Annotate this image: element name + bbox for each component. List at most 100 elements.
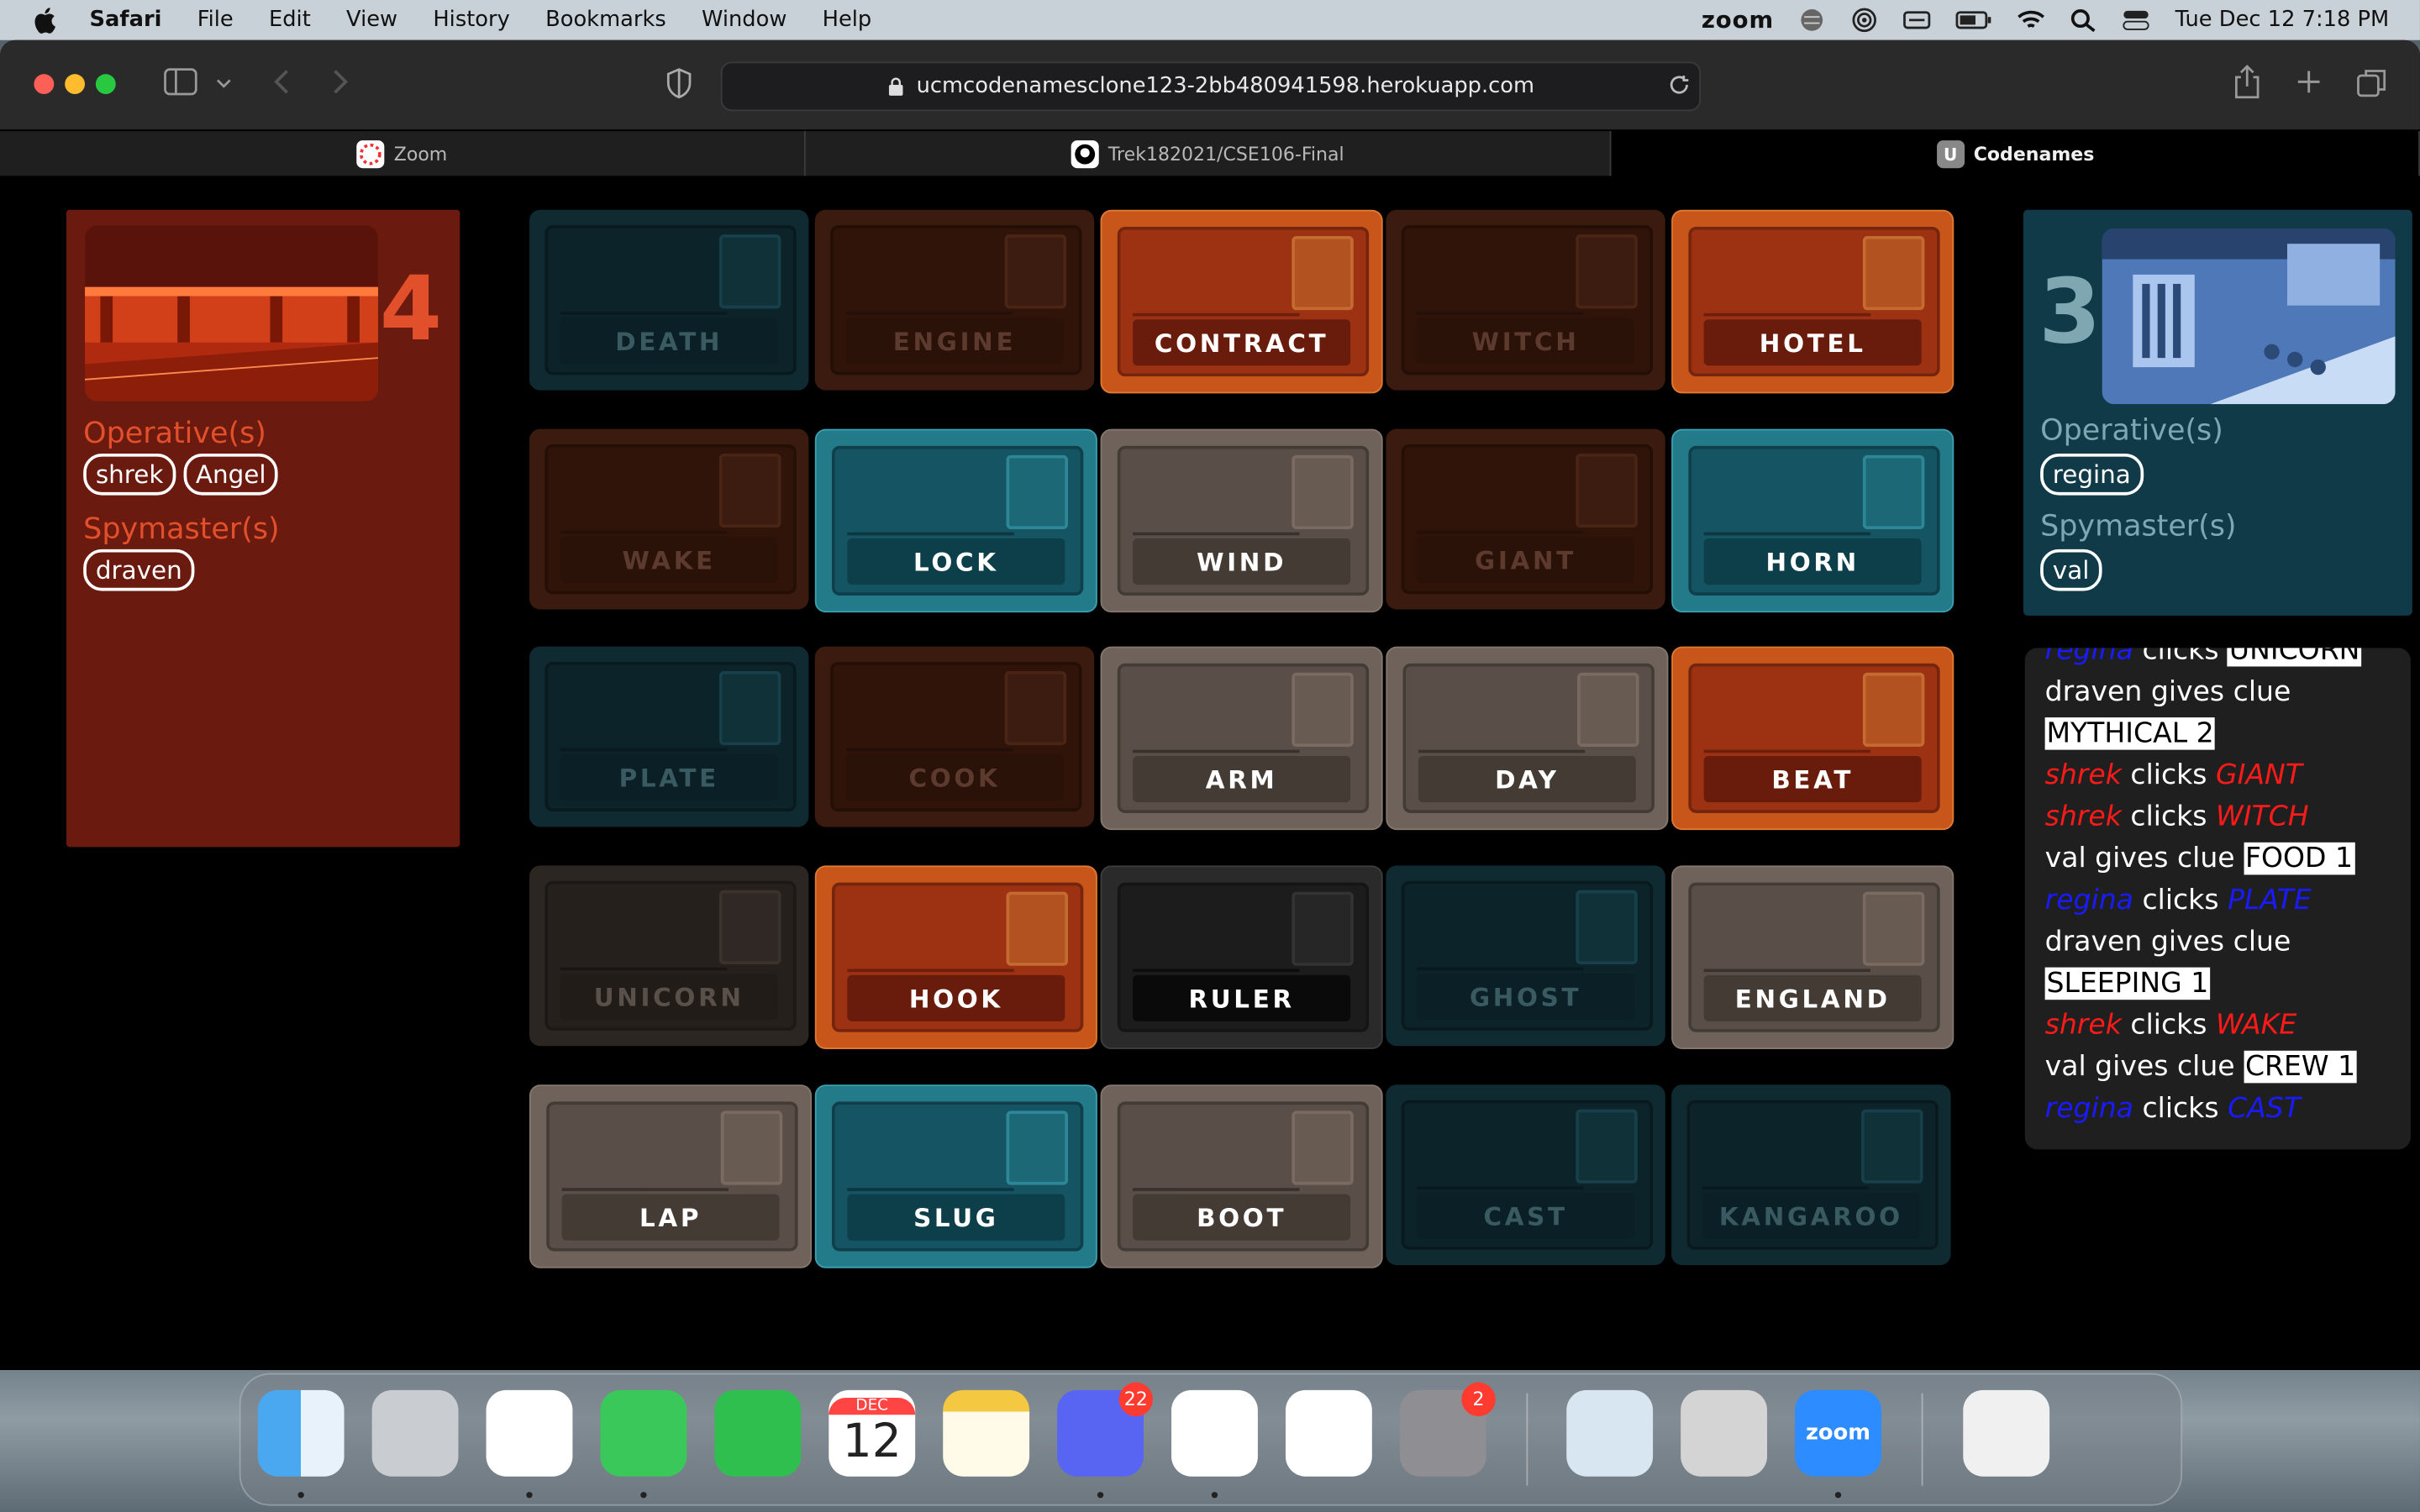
chevron-down-icon[interactable]	[216, 77, 231, 90]
running-indicator	[526, 1492, 533, 1499]
word-card[interactable]: KANGAROO	[1671, 1084, 1951, 1266]
log-entry-part: draven gives clue	[2044, 926, 2291, 958]
red-score: 4	[379, 255, 442, 361]
word-card[interactable]: CAST	[1386, 1084, 1665, 1266]
new-tab-icon[interactable]	[2295, 68, 2323, 96]
word-card[interactable]: HOOK	[814, 865, 1097, 1049]
menu-app-name[interactable]: Safari	[90, 8, 162, 32]
word-card[interactable]: GIANT	[1386, 428, 1665, 610]
agent-silhouette-icon	[1292, 454, 1354, 529]
running-indicator	[297, 1492, 304, 1499]
share-icon[interactable]	[2233, 65, 2261, 99]
agent-silhouette-icon	[718, 234, 781, 309]
word-card[interactable]: DAY	[1386, 646, 1669, 831]
tab-overview-icon[interactable]	[2357, 68, 2388, 99]
running-indicator	[1834, 1492, 1842, 1499]
back-arrow-icon[interactable]	[271, 68, 290, 96]
word-card[interactable]: HORN	[1671, 428, 1954, 613]
menu-history[interactable]: History	[433, 8, 509, 32]
trash-dock-icon[interactable]	[2075, 1390, 2162, 1477]
word-card[interactable]: LOCK	[814, 428, 1097, 613]
menu-bookmarks[interactable]: Bookmarks	[545, 8, 666, 32]
card-divider	[1703, 532, 1871, 536]
forward-arrow-icon[interactable]	[332, 68, 350, 96]
word-card[interactable]: ENGLAND	[1671, 865, 1954, 1049]
url-text[interactable]: ucmcodenamesclone123-2bb480941598.heroku…	[917, 74, 1534, 98]
card-divider	[560, 748, 728, 752]
agent-silhouette-icon	[1006, 1110, 1068, 1185]
card-word: GIANT	[1417, 537, 1635, 584]
menu-help[interactable]: Help	[823, 8, 872, 32]
minimize-window-button[interactable]	[65, 74, 86, 95]
word-card[interactable]: LAP	[529, 1084, 813, 1268]
agent-silhouette-icon	[1577, 672, 1639, 747]
discord-dock-icon[interactable]: 22	[1057, 1382, 1154, 1477]
finder-dock-icon[interactable]	[257, 1389, 345, 1477]
tab-codenames[interactable]: U Codenames	[1611, 131, 2420, 178]
card-divider	[845, 312, 1013, 315]
facetime-dock-icon[interactable]	[714, 1389, 802, 1477]
tab-github[interactable]: Trek182021/CSE106-Final	[806, 131, 1612, 178]
wifi-icon[interactable]	[2018, 8, 2045, 32]
word-card[interactable]: PLATE	[529, 646, 809, 827]
system-preferences-dock-icon[interactable]: 2	[1399, 1382, 1496, 1477]
card-word: COOK	[845, 754, 1064, 801]
keyboard-icon[interactable]	[1903, 8, 1932, 32]
word-card[interactable]: WAKE	[529, 428, 809, 610]
control-center-icon[interactable]	[2123, 8, 2150, 32]
word-card[interactable]: UNICORN	[529, 865, 809, 1047]
menu-clock[interactable]: Tue Dec 12 7:18 PM	[2175, 8, 2390, 32]
log-entry: val gives clue FOOD 1	[2045, 837, 2408, 879]
word-card[interactable]: ENGINE	[814, 209, 1095, 391]
word-card[interactable]: BEAT	[1671, 646, 1954, 831]
tab-zoom[interactable]: Zoom	[0, 131, 806, 178]
agent-silhouette-icon	[718, 670, 781, 746]
privacy-shield-icon[interactable]	[666, 68, 692, 99]
menu-view[interactable]: View	[346, 8, 397, 32]
close-window-button[interactable]	[34, 74, 55, 95]
word-card[interactable]: WIND	[1100, 428, 1383, 613]
word-dock-icon[interactable]	[1285, 1389, 1372, 1477]
word-card[interactable]: CONTRACT	[1100, 209, 1383, 394]
browser-toolbar: ucmcodenamesclone123-2bb480941598.heroku…	[0, 39, 2420, 130]
running-indicator	[1097, 1492, 1104, 1499]
blue-operatives-label: Operative(s)	[2040, 413, 2223, 448]
log-entry: regina clicks PLATE	[2045, 879, 2408, 921]
zoom-status-icon[interactable]: zoom	[1702, 6, 1774, 34]
menu-file[interactable]: File	[197, 8, 234, 32]
log-entry-part: clicks	[2133, 1092, 2228, 1125]
word-card[interactable]: SLUG	[814, 1084, 1097, 1268]
card-divider	[1133, 1188, 1300, 1191]
word-card[interactable]: RULER	[1100, 865, 1383, 1049]
vscode-dock-icon[interactable]	[1171, 1389, 1258, 1477]
game-log[interactable]: regina clicks UNICORN draven gives clue MY…	[2024, 648, 2411, 1150]
fullscreen-window-button[interactable]	[95, 74, 116, 95]
zoom-dock-icon[interactable]: zoom	[1795, 1389, 1881, 1477]
safari-dock-icon[interactable]	[486, 1389, 573, 1477]
calendar-dock-icon[interactable]: DEC 12	[829, 1389, 916, 1477]
word-card[interactable]: BOOT	[1100, 1084, 1383, 1268]
preview-dock-icon[interactable]	[1566, 1389, 1654, 1477]
search-icon[interactable]	[2070, 8, 2098, 33]
apple-icon[interactable]	[31, 5, 62, 36]
log-entry-part: WAKE	[2216, 1009, 2297, 1042]
word-card[interactable]: WITCH	[1386, 209, 1665, 391]
battery-icon[interactable]	[1956, 8, 1993, 32]
documents-dock-icon[interactable]	[1963, 1389, 2050, 1477]
notes-dock-icon[interactable]	[943, 1389, 1030, 1477]
menu-window[interactable]: Window	[702, 8, 786, 32]
launchpad-dock-icon[interactable]	[371, 1389, 459, 1477]
sidebar-icon[interactable]	[164, 68, 197, 96]
calculator-dock-icon[interactable]	[1681, 1389, 1768, 1477]
menu-edit[interactable]: Edit	[269, 8, 311, 32]
word-card[interactable]: HOTEL	[1671, 209, 1954, 394]
airdrop-icon[interactable]	[1851, 8, 1879, 33]
word-card[interactable]: GHOST	[1386, 865, 1665, 1047]
word-card[interactable]: ARM	[1100, 646, 1383, 831]
messages-dock-icon[interactable]	[600, 1389, 687, 1477]
address-bar[interactable]: ucmcodenamesclone123-2bb480941598.heroku…	[720, 61, 1702, 112]
globe-icon[interactable]	[1799, 8, 1827, 32]
reload-icon[interactable]	[1668, 74, 1690, 96]
word-card[interactable]: DEATH	[529, 209, 809, 391]
word-card[interactable]: COOK	[814, 646, 1095, 827]
